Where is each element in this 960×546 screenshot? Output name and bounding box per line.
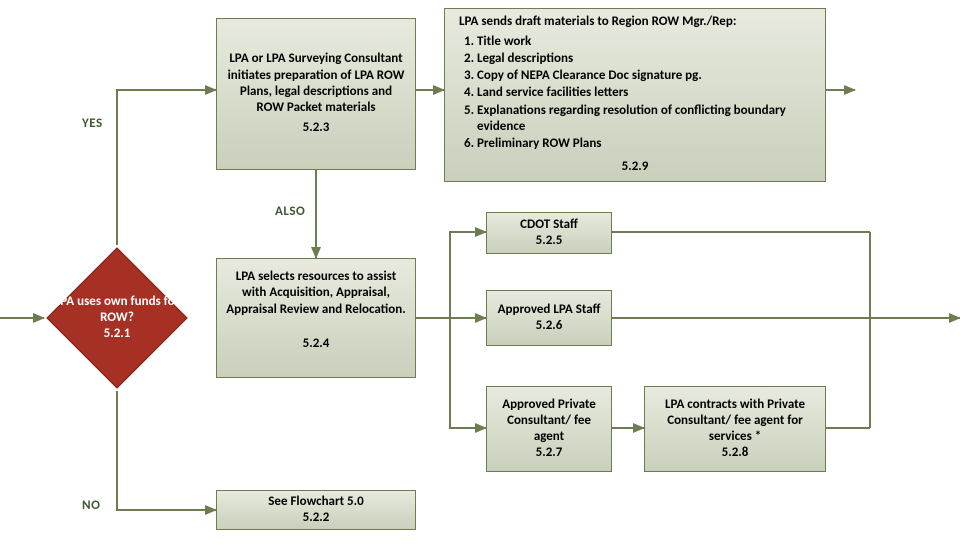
box-529-item: Legal descriptions xyxy=(477,51,811,67)
box-529-item: Title work xyxy=(477,34,811,50)
box-528-text: LPA contracts with Private Consultant/ f… xyxy=(653,397,817,446)
box-526: Approved LPA Staff 5.2.6 xyxy=(486,290,612,346)
flowchart-canvas: LPA uses own funds for ROW? 5.2.1 YES AL… xyxy=(0,0,960,546)
box-522-text: See Flowchart 5.0 xyxy=(268,494,363,510)
box-529-item: Preliminary ROW Plans xyxy=(477,136,811,152)
box-527-ref: 5.2.7 xyxy=(536,445,563,461)
box-524: LPA selects resources to assist with Acq… xyxy=(216,258,416,378)
box-529-item: Copy of NEPA Clearance Doc signature pg. xyxy=(477,68,811,84)
box-529-ref: 5.2.9 xyxy=(622,159,649,175)
decision-lpa-funds: LPA uses own funds for ROW? 5.2.1 xyxy=(44,245,190,391)
box-529: LPA sends draft materials to Region ROW … xyxy=(444,8,826,182)
box-525: CDOT Staff 5.2.5 xyxy=(486,212,612,254)
box-527-text: Approved Private Consultant/ fee agent xyxy=(495,397,603,446)
box-527: Approved Private Consultant/ fee agent 5… xyxy=(486,386,612,472)
box-523-text: LPA or LPA Surveying Consultant initiate… xyxy=(225,51,407,116)
box-529-title: LPA sends draft materials to Region ROW … xyxy=(459,14,811,30)
box-525-text: CDOT Staff xyxy=(520,217,578,233)
box-524-ref: 5.2.4 xyxy=(303,336,330,352)
box-528: LPA contracts with Private Consultant/ f… xyxy=(644,386,826,472)
box-524-text: LPA selects resources to assist with Acq… xyxy=(225,269,407,318)
box-522: See Flowchart 5.0 5.2.2 xyxy=(216,490,416,530)
box-529-item: Explanations regarding resolution of con… xyxy=(477,103,811,136)
edge-label-yes: YES xyxy=(82,116,103,131)
box-523-ref: 5.2.3 xyxy=(303,120,330,136)
box-522-ref: 5.2.2 xyxy=(303,510,330,526)
box-528-ref: 5.2.8 xyxy=(722,445,749,461)
box-523: LPA or LPA Surveying Consultant initiate… xyxy=(216,18,416,170)
box-526-text: Approved LPA Staff xyxy=(498,302,601,318)
box-529-item: Land service facilities letters xyxy=(477,85,811,101)
box-529-list: Title work Legal descriptions Copy of NE… xyxy=(477,33,811,154)
decision-text: LPA uses own funds for ROW? xyxy=(44,294,190,327)
edge-label-no: NO xyxy=(82,498,100,513)
box-525-ref: 5.2.5 xyxy=(536,233,563,249)
decision-ref: 5.2.1 xyxy=(104,326,131,342)
edge-label-also: ALSO xyxy=(275,204,305,219)
box-526-ref: 5.2.6 xyxy=(536,318,563,334)
